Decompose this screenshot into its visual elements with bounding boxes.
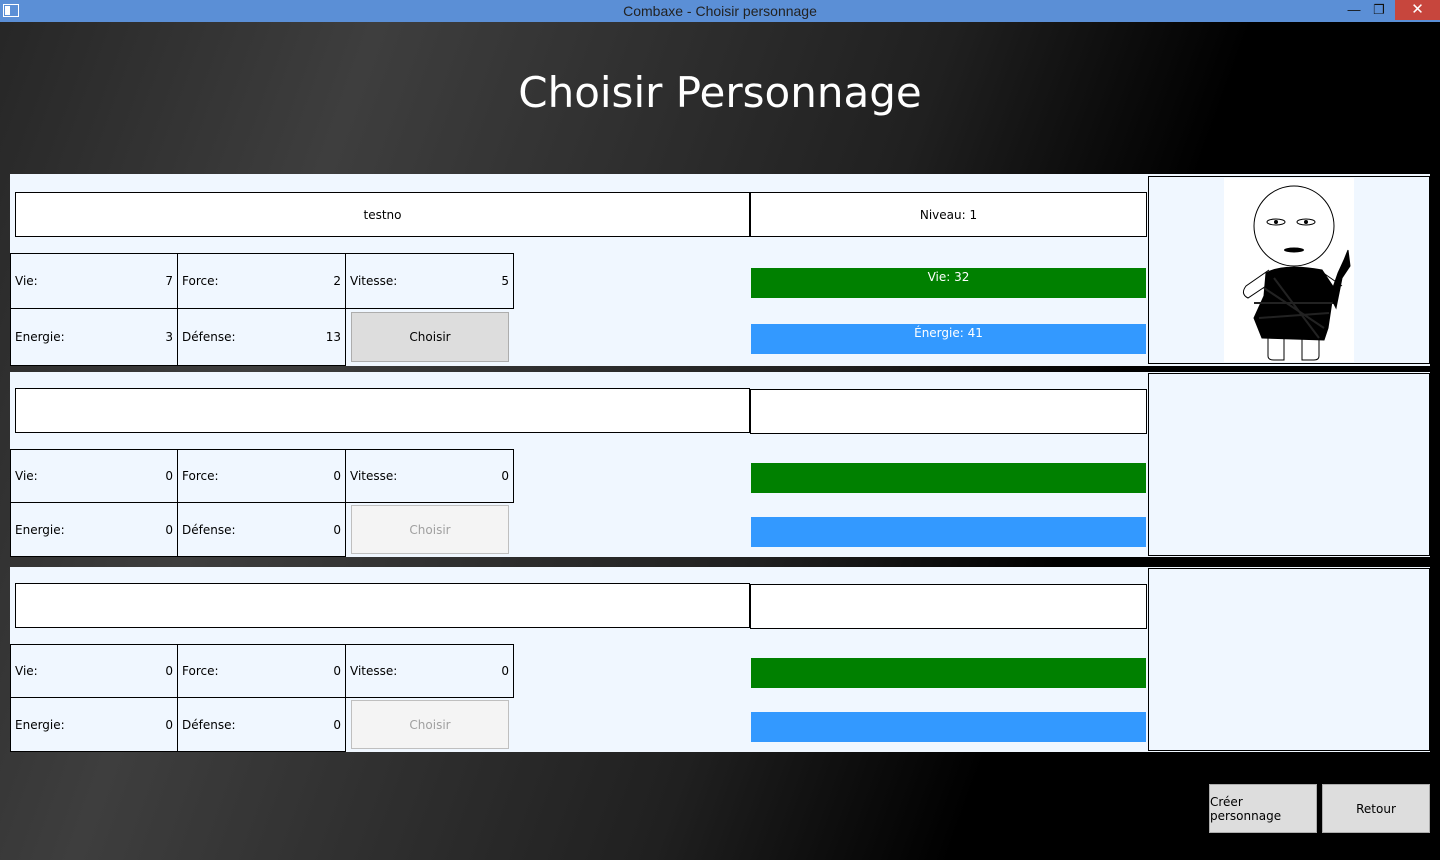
- energy-bar: Énergie: 41: [751, 324, 1146, 354]
- stat-defense-value: 13: [325, 330, 341, 344]
- character-portrait: [1148, 568, 1430, 751]
- choose-button[interactable]: Choisir: [351, 700, 509, 749]
- life-bar: [751, 658, 1146, 688]
- stat-vie-label: Vie:: [15, 274, 38, 288]
- stat-defense-label: Défense:: [182, 522, 236, 537]
- stat-vie-value: 0: [165, 664, 173, 678]
- stat-vitesse-value: 0: [501, 469, 509, 483]
- stat-defense: Défense: 0: [177, 502, 346, 557]
- stat-energie-label: Energie:: [15, 522, 65, 537]
- close-button[interactable]: ✕: [1395, 0, 1440, 20]
- character-name: testno: [15, 192, 750, 237]
- stat-defense-value: 0: [333, 522, 341, 537]
- stat-force-label: Force:: [182, 664, 219, 678]
- life-bar: [751, 463, 1146, 493]
- stat-vitesse: Vitesse: 0: [345, 644, 514, 698]
- stat-force-label: Force:: [182, 274, 219, 288]
- window-title: Combaxe - Choisir personnage: [623, 3, 817, 19]
- stat-defense-label: Défense:: [182, 330, 236, 344]
- character-portrait: [1148, 176, 1430, 364]
- character-drawing: [1224, 178, 1354, 362]
- stat-vitesse: Vitesse: 0: [345, 449, 514, 503]
- stat-energie: Energie: 0: [10, 502, 178, 557]
- window-titlebar: Combaxe - Choisir personnage — ❐ ✕: [0, 0, 1440, 22]
- stat-force: Force: 2: [177, 253, 346, 309]
- stat-energie: Energie: 0: [10, 697, 178, 752]
- stat-vie: Vie: 7: [10, 253, 178, 309]
- stat-vitesse-label: Vitesse:: [350, 274, 398, 288]
- stat-force-value: 2: [333, 274, 341, 288]
- stat-force: Force: 0: [177, 644, 346, 698]
- stat-vitesse-value: 5: [501, 274, 509, 288]
- stat-energie-value: 0: [165, 717, 173, 732]
- character-card-3: Vie: 0 Force: 0 Vitesse: 0 Energie: 0 Dé…: [10, 567, 1430, 752]
- stat-vitesse-label: Vitesse:: [350, 469, 398, 483]
- stat-energie-label: Energie:: [15, 330, 65, 344]
- stat-defense-value: 0: [333, 717, 341, 732]
- stat-defense: Défense: 0: [177, 697, 346, 752]
- maximize-button[interactable]: ❐: [1366, 0, 1392, 20]
- choose-button[interactable]: Choisir: [351, 505, 509, 554]
- character-level: [750, 389, 1147, 434]
- back-button[interactable]: Retour: [1322, 784, 1430, 833]
- life-bar: Vie: 32: [751, 268, 1146, 298]
- stat-defense-label: Défense:: [182, 717, 236, 732]
- stat-vitesse-value: 0: [501, 664, 509, 678]
- stat-defense: Défense: 13: [177, 308, 346, 366]
- stat-energie: Energie: 3: [10, 308, 178, 366]
- stat-vie: Vie: 0: [10, 644, 178, 698]
- stat-force-value: 0: [333, 469, 341, 483]
- stat-vie-label: Vie:: [15, 664, 38, 678]
- character-card-2: Vie: 0 Force: 0 Vitesse: 0 Energie: 0 Dé…: [10, 372, 1430, 557]
- stat-vie: Vie: 0: [10, 449, 178, 503]
- stat-vitesse: Vitesse: 5: [345, 253, 514, 309]
- minimize-button[interactable]: —: [1341, 0, 1367, 20]
- create-character-button[interactable]: Créer personnage: [1209, 784, 1317, 833]
- stat-force: Force: 0: [177, 449, 346, 503]
- stat-vitesse-label: Vitesse:: [350, 664, 398, 678]
- choose-button[interactable]: Choisir: [351, 312, 509, 362]
- stat-vie-value: 0: [165, 469, 173, 483]
- stat-force-label: Force:: [182, 469, 219, 483]
- stat-vie-label: Vie:: [15, 469, 38, 483]
- stat-energie-value: 0: [165, 522, 173, 537]
- character-card-1: testno Niveau: 1 Vie: 7 Force: 2 Vitesse…: [10, 174, 1430, 366]
- character-level: [750, 584, 1147, 629]
- character-portrait: [1148, 373, 1430, 556]
- stat-energie-value: 3: [165, 330, 173, 344]
- page-title: Choisir Personnage: [518, 68, 922, 117]
- stat-force-value: 0: [333, 664, 341, 678]
- stat-energie-label: Energie:: [15, 717, 65, 732]
- character-name: [15, 583, 750, 628]
- character-level: Niveau: 1: [750, 192, 1147, 237]
- stat-vie-value: 7: [165, 274, 173, 288]
- character-name: [15, 388, 750, 433]
- energy-bar: [751, 517, 1146, 547]
- energy-bar: [751, 712, 1146, 742]
